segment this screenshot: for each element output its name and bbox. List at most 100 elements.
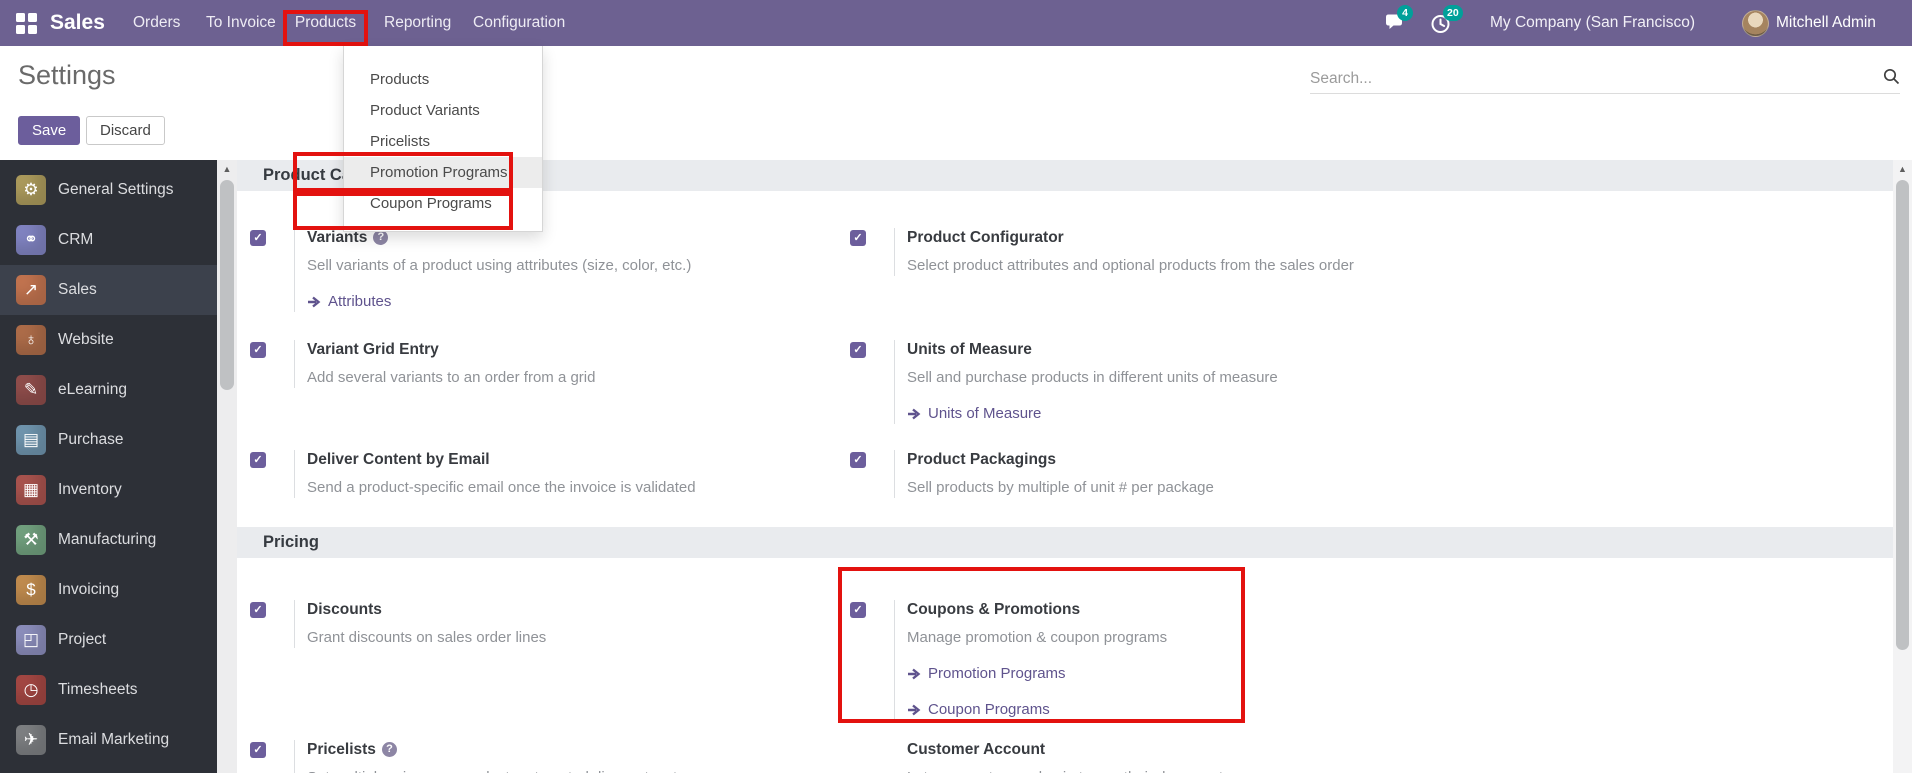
setting-description: Sell variants of a product using attribu… — [307, 257, 692, 274]
coupon-programs-link[interactable]: Coupon Programs — [907, 700, 1050, 720]
setting-variants: Variants? Sell variants of a product usi… — [250, 228, 870, 312]
activities-badge: 20 — [1443, 5, 1463, 21]
setting-discounts: Discounts Grant discounts on sales order… — [250, 600, 870, 648]
menu-item-promotion-programs[interactable]: Promotion Programs — [344, 157, 542, 188]
variants-checkbox[interactable] — [250, 230, 266, 246]
sidebar-item-timesheets[interactable]: ◷ Timesheets — [0, 665, 217, 715]
puzzle-icon: ◰ — [16, 625, 46, 655]
setting-units-of-measure: Units of Measure Sell and purchase produ… — [850, 340, 1470, 424]
control-panel: Settings Save Discard — [0, 46, 1912, 160]
content-scrollbar-thumb[interactable] — [1896, 180, 1909, 650]
units-of-measure-link[interactable]: Units of Measure — [907, 404, 1041, 424]
sidebar-item-manufacturing[interactable]: ⚒ Manufacturing — [0, 515, 217, 565]
sidebar-item-purchase[interactable]: ▤ Purchase — [0, 415, 217, 465]
setting-coupons-promotions: Coupons & Promotions Manage promotion & … — [838, 567, 1470, 723]
setting-title: Discounts — [307, 601, 382, 618]
setting-description: Sell products by multiple of unit # per … — [907, 479, 1214, 496]
setting-pricelists: Pricelists? Set multiple prices per prod… — [250, 740, 870, 773]
arrow-right-icon — [908, 704, 921, 716]
menu-item-products[interactable]: Products — [344, 64, 542, 95]
setting-customer-account: Customer Account Let your customers log … — [850, 740, 1470, 773]
scroll-up-icon[interactable]: ▲ — [1893, 162, 1912, 177]
setting-title: Deliver Content by Email — [307, 451, 490, 468]
gear-icon: ⚙ — [16, 175, 46, 205]
sidebar-item-inventory[interactable]: ▦ Inventory — [0, 465, 217, 515]
user-name[interactable]: Mitchell Admin — [1776, 0, 1876, 46]
help-icon[interactable]: ? — [373, 230, 389, 245]
arrow-right-icon — [908, 408, 921, 420]
handshake-icon: ⚭ — [16, 225, 46, 255]
sidebar-item-sales[interactable]: ↗ Sales — [0, 265, 217, 315]
settings-content: Product Catalog Variants? Sell variants … — [237, 160, 1893, 773]
setting-description: Manage promotion & coupon programs — [907, 629, 1168, 646]
messages-icon[interactable]: 4 — [1384, 5, 1413, 34]
deliver-content-checkbox[interactable] — [250, 452, 266, 468]
sidebar-item-website[interactable]: ♁ Website — [0, 315, 217, 365]
setting-description: Grant discounts on sales order lines — [307, 629, 547, 646]
sales-chart-icon: ↗ — [16, 275, 46, 305]
box-icon: ▦ — [16, 475, 46, 505]
menu-item-pricelists[interactable]: Pricelists — [344, 126, 542, 157]
sidebar-scrollbar[interactable]: ▲ — [217, 160, 237, 773]
search-icon[interactable] — [1883, 68, 1900, 90]
app-name[interactable]: Sales — [50, 0, 105, 46]
sidebar-item-crm[interactable]: ⚭ CRM — [0, 215, 217, 265]
units-of-measure-checkbox[interactable] — [850, 342, 866, 358]
globe-icon: ♁ — [16, 325, 46, 355]
save-button[interactable]: Save — [18, 116, 81, 145]
setting-title: Variant Grid Entry — [307, 341, 439, 358]
setting-product-configurator: Product Configurator Select product attr… — [850, 228, 1470, 276]
setting-title: Units of Measure — [907, 341, 1032, 358]
presentation-icon: ✎ — [16, 375, 46, 405]
arrow-right-icon — [308, 296, 321, 308]
settings-sidebar: ⚙ General Settings ⚭ CRM ↗ Sales ♁ Websi… — [0, 160, 217, 773]
variant-grid-entry-checkbox[interactable] — [250, 342, 266, 358]
attributes-link[interactable]: Attributes — [307, 292, 391, 312]
page-title: Settings — [18, 60, 116, 90]
nav-item-orders[interactable]: Orders — [133, 0, 180, 46]
setting-description: Sell and purchase products in different … — [907, 369, 1278, 386]
company-switcher[interactable]: My Company (San Francisco) — [1490, 0, 1695, 46]
search-input[interactable] — [1310, 69, 1875, 88]
sidebar-item-invoicing[interactable]: $ Invoicing — [0, 565, 217, 615]
setting-title: Coupons & Promotions — [907, 601, 1081, 618]
help-icon[interactable]: ? — [381, 742, 397, 757]
discard-button[interactable]: Discard — [86, 116, 165, 145]
setting-description: Send a product-specific email once the i… — [307, 479, 696, 496]
content-scrollbar[interactable]: ▲ — [1893, 160, 1912, 773]
setting-product-packagings: Product Packagings Sell products by mult… — [850, 450, 1470, 498]
nav-item-reporting[interactable]: Reporting — [384, 0, 451, 46]
setting-description: Add several variants to an order from a … — [307, 369, 596, 386]
setting-title: Product Configurator — [907, 229, 1064, 246]
nav-item-products[interactable]: Products — [283, 0, 368, 46]
menu-item-coupon-programs[interactable]: Coupon Programs — [344, 188, 542, 219]
user-avatar[interactable] — [1742, 10, 1769, 37]
discounts-checkbox[interactable] — [250, 602, 266, 618]
coupons-promotions-checkbox[interactable] — [850, 602, 866, 618]
scroll-up-icon[interactable]: ▲ — [217, 162, 237, 177]
messages-badge: 4 — [1397, 5, 1413, 21]
arrow-right-icon — [908, 668, 921, 680]
setting-description: Set multiple prices per product, automat… — [307, 768, 689, 773]
product-packagings-checkbox[interactable] — [850, 452, 866, 468]
menu-item-product-variants[interactable]: Product Variants — [344, 95, 542, 126]
nav-item-to-invoice[interactable]: To Invoice — [206, 0, 276, 46]
main-area: ⚙ General Settings ⚭ CRM ↗ Sales ♁ Websi… — [0, 160, 1912, 773]
apps-grid-icon[interactable] — [16, 13, 37, 34]
promotion-programs-link[interactable]: Promotion Programs — [907, 664, 1066, 684]
setting-title: Pricelists — [307, 741, 376, 758]
sidebar-scrollbar-thumb[interactable] — [220, 180, 234, 390]
setting-deliver-content-by-email: Deliver Content by Email Send a product-… — [250, 450, 870, 498]
pricelists-checkbox[interactable] — [250, 742, 266, 758]
product-configurator-checkbox[interactable] — [850, 230, 866, 246]
setting-title: Customer Account — [907, 741, 1046, 758]
invoice-icon: $ — [16, 575, 46, 605]
paper-plane-icon: ✈ — [16, 725, 46, 755]
sidebar-item-email-marketing[interactable]: ✈ Email Marketing — [0, 715, 217, 765]
sidebar-item-project[interactable]: ◰ Project — [0, 615, 217, 665]
sidebar-item-elearning[interactable]: ✎ eLearning — [0, 365, 217, 415]
sidebar-item-general-settings[interactable]: ⚙ General Settings — [0, 165, 217, 215]
stopwatch-icon: ◷ — [16, 675, 46, 705]
activities-clock-icon[interactable]: 20 — [1430, 5, 1463, 34]
nav-item-configuration[interactable]: Configuration — [473, 0, 565, 46]
